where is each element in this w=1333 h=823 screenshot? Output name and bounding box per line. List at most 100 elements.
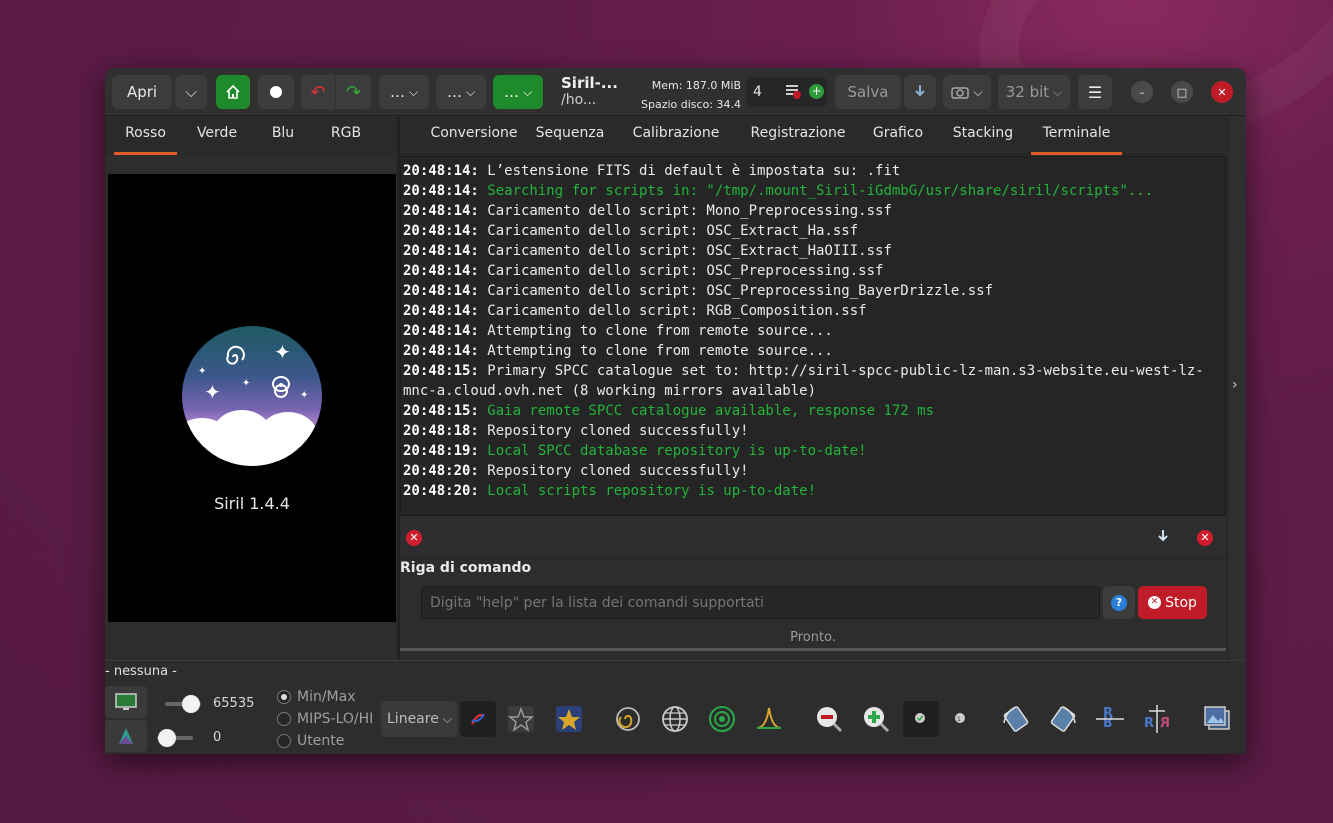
console-timestamp: 20:48:18: [403,423,479,439]
recent-dropdown-button[interactable]: ⌵ [175,75,207,109]
command-line-label: Riga di comando [400,560,532,576]
save-as-button[interactable] [904,75,936,109]
console-timestamp: 20:48:20: [403,483,479,499]
radio-user[interactable]: Utente [277,733,344,749]
save-button[interactable]: Salva [835,75,901,109]
radio-minmax[interactable]: Min/Max [277,689,356,705]
thread-count-field[interactable]: 4 + [747,77,827,107]
image-preview[interactable]: ✦ ✦ ✦ ✦ ✦ Siril 1.4.4 [108,174,396,622]
color-profile-button[interactable] [105,720,147,752]
tab-conversion[interactable]: Conversione [416,125,532,155]
download-icon[interactable] [1156,529,1170,545]
psf-button[interactable] [751,701,787,737]
rotate-right-button[interactable] [1045,701,1081,737]
livestack-button[interactable] [258,75,294,109]
zoom-100-icon: 1 [955,713,965,723]
main-menu-button[interactable]: ☰ [1078,75,1112,109]
command-input[interactable] [421,586,1100,619]
snapshot-button[interactable]: ⌵ [943,75,991,109]
console-controls: ✕ ✕ [400,517,1226,559]
tools-menu[interactable]: … ⌵ [436,75,486,109]
tab-red[interactable]: Rosso [114,125,177,155]
chevron-down-icon: ⌵ [442,711,452,726]
side-panel-toggle[interactable]: › [1227,117,1246,660]
undo-button[interactable]: ↶ [301,75,335,109]
psf-profile-icon [756,707,782,729]
clear-log-button[interactable]: ✕ [406,530,422,546]
image-processing-menu[interactable]: … ⌵ [379,75,429,109]
photometry-button[interactable] [551,701,587,737]
tab-sequence[interactable]: Sequenza [532,125,608,155]
galaxy-catalog-button[interactable] [610,701,646,737]
stop-button[interactable]: ✕ Stop [1138,586,1207,619]
tab-calibration[interactable]: Calibrazione [626,125,726,155]
help-button[interactable]: ? [1103,586,1135,619]
chevron-down-icon: ⌵ [522,84,533,99]
tab-plot[interactable]: Grafico [863,125,933,155]
console-line: 20:48:15: Gaia remote SPCC catalogue ava… [403,401,1221,421]
galaxy-icon [226,345,245,365]
open-button[interactable]: Apri [112,75,172,109]
open-label: Apri [126,83,158,101]
rotate-left-button[interactable] [998,701,1034,737]
close-log-button[interactable]: ✕ [1197,530,1213,546]
nebula-icon [272,376,290,398]
mirror-horizontal-icon: RR [1096,706,1124,728]
false-color-button[interactable] [460,701,496,737]
close-icon: ✕ [409,531,419,544]
close-button[interactable]: ✕ [1211,81,1233,103]
maximize-button[interactable]: □ [1171,81,1193,103]
image-gallery-button[interactable] [1199,701,1235,737]
astrometry-button[interactable] [657,701,693,737]
console-log[interactable]: 20:48:14: L’estensione FITS di default è… [400,156,1226,516]
tab-stacking[interactable]: Stacking [941,125,1025,155]
minimize-button[interactable]: – [1131,81,1153,103]
tab-green[interactable]: Verde [185,125,249,155]
thread-count-value: 4 [753,84,762,100]
working-directory: /ho... [561,92,597,108]
zoom-out-icon [817,707,843,733]
zoom-in-button[interactable] [858,701,894,737]
tab-blue[interactable]: Blu [257,125,309,155]
star-annotate-button[interactable] [503,701,539,737]
zoom-actual-button[interactable]: 1 [943,701,979,737]
undo-icon: ↶ [310,81,326,103]
console-line: 20:48:14: Caricamento dello script: OSC_… [403,221,1221,241]
star-icon: ✦ [242,378,251,389]
star-icon: ✦ [300,390,309,401]
console-line: 20:48:14: Attempting to clone from remot… [403,341,1221,361]
tab-registration[interactable]: Registrazione [743,125,853,155]
zoom-fit-button[interactable] [903,701,939,737]
scale-dropdown[interactable]: Lineare ⌵ [381,701,457,737]
console-timestamp: 20:48:14: [403,243,479,259]
bitdepth-label: 32 bit [1005,83,1050,101]
scripts-menu[interactable]: … ⌵ [493,75,543,109]
mirror-x-button[interactable]: RR [1092,701,1128,737]
scale-label: Lineare [387,711,439,727]
add-icon[interactable]: + [809,84,824,99]
chevron-right-icon: › [1232,377,1238,393]
low-slider-knob[interactable] [158,729,176,747]
console-timestamp: 20:48:15: [403,363,479,379]
redo-button[interactable]: ↷ [336,75,371,109]
bitdepth-dropdown[interactable]: 32 bit ⌵ [998,75,1070,109]
target-button[interactable] [704,701,740,737]
console-timestamp: 20:48:14: [403,283,479,299]
home-button[interactable] [216,75,250,109]
console-timestamp: 20:48:14: [403,303,479,319]
tab-console[interactable]: Terminale [1031,125,1122,155]
display-mode-button[interactable] [105,686,147,718]
console-timestamp: 20:48:14: [403,223,479,239]
zoom-out-button[interactable] [811,701,847,737]
status-text: Pronto. [790,630,836,645]
radio-mips[interactable]: MIPS-LO/HI [277,711,373,727]
console-message: Local scripts repository is up-to-date! [478,483,817,499]
console-message: Primary SPCC catalogue set to: http://si… [403,363,1204,399]
tab-rgb[interactable]: RGB [317,125,375,155]
radio-label: Min/Max [297,689,356,705]
mirror-y-button[interactable]: RR [1139,701,1175,737]
high-slider-knob[interactable] [182,695,200,713]
console-line: 20:48:14: Caricamento dello script: OSC_… [403,261,1221,281]
console-line: 20:48:20: Local scripts repository is up… [403,481,1221,501]
memory-usage: Mem: 187.0 MiB [651,79,741,92]
